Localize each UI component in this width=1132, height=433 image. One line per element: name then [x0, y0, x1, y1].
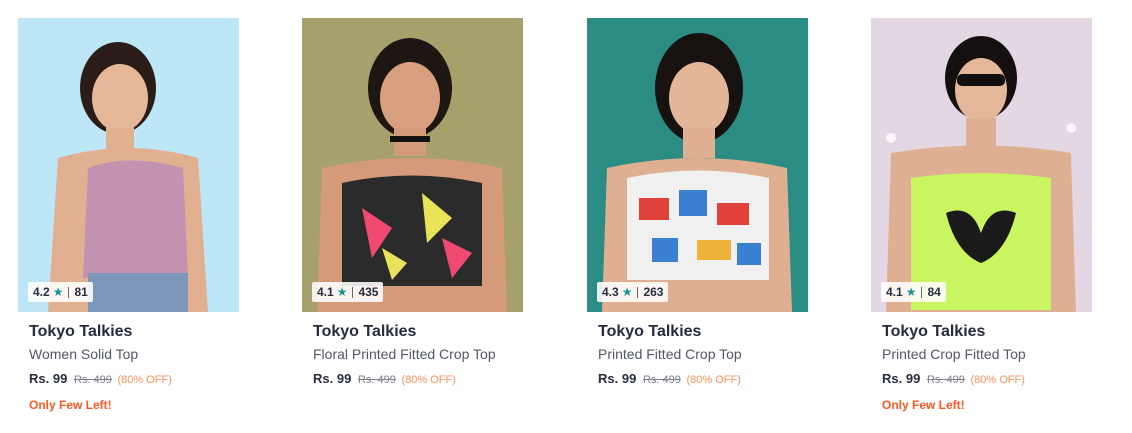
product-image[interactable]: 4.1 ★ 435 — [302, 18, 523, 312]
product-info: Tokyo Talkies Women Solid Top Rs. 99 Rs.… — [18, 312, 239, 412]
product-card[interactable]: 4.2 ★ 81 Tokyo Talkies Women Solid Top R… — [18, 18, 239, 412]
product-photo — [18, 18, 239, 312]
rating-badge: 4.1 ★ 84 — [881, 282, 946, 302]
product-discount: (80% OFF) — [117, 374, 172, 386]
product-mrp: Rs. 499 — [73, 374, 112, 386]
product-photo — [587, 18, 808, 312]
rating-value: 4.2 — [33, 285, 50, 299]
stock-status: Only Few Left! — [29, 398, 112, 412]
price-row: Rs. 99 Rs. 499 (80% OFF) — [882, 371, 1092, 388]
rating-value: 4.1 — [317, 285, 334, 299]
product-card[interactable]: 4.1 ★ 84 Tokyo Talkies Printed Crop Fitt… — [871, 18, 1092, 412]
product-price: Rs. 99 — [29, 371, 68, 386]
rating-value: 4.3 — [602, 285, 619, 299]
product-image[interactable]: 4.3 ★ 263 — [587, 18, 808, 312]
product-photo — [871, 18, 1092, 312]
product-price: Rs. 99 — [882, 371, 921, 386]
rating-divider — [352, 286, 354, 298]
product-name: Floral Printed Fitted Crop Top — [313, 346, 496, 362]
product-info: Tokyo Talkies Printed Fitted Crop Top Rs… — [587, 312, 808, 388]
rating-badge: 4.2 ★ 81 — [28, 282, 93, 302]
product-info: Tokyo Talkies Printed Crop Fitted Top Rs… — [871, 312, 1092, 412]
product-discount: (80% OFF) — [686, 374, 741, 386]
price-row: Rs. 99 Rs. 499 (80% OFF) — [29, 371, 239, 388]
rating-divider — [637, 286, 639, 298]
stock-status: Only Few Left! — [882, 398, 965, 412]
rating-badge: 4.1 ★ 435 — [312, 282, 384, 302]
product-mrp: Rs. 499 — [357, 374, 396, 386]
star-icon: ★ — [905, 285, 917, 299]
product-name: Printed Fitted Crop Top — [598, 346, 742, 362]
price-row: Rs. 99 Rs. 499 (80% OFF) — [313, 371, 523, 388]
product-photo — [302, 18, 523, 312]
product-brand: Tokyo Talkies — [29, 323, 133, 340]
product-card[interactable]: 4.3 ★ 263 Tokyo Talkies Printed Fitted C… — [587, 18, 808, 388]
rating-badge: 4.3 ★ 263 — [597, 282, 669, 302]
product-price: Rs. 99 — [313, 371, 352, 386]
product-info: Tokyo Talkies Floral Printed Fitted Crop… — [302, 312, 523, 388]
product-price: Rs. 99 — [598, 371, 637, 386]
product-card[interactable]: 4.1 ★ 435 Tokyo Talkies Floral Printed F… — [302, 18, 523, 388]
rating-count: 81 — [74, 285, 88, 299]
rating-value: 4.1 — [886, 285, 903, 299]
rating-count: 435 — [358, 285, 379, 299]
product-image[interactable]: 4.2 ★ 81 — [18, 18, 239, 312]
product-brand: Tokyo Talkies — [882, 323, 986, 340]
product-name: Printed Crop Fitted Top — [882, 346, 1026, 362]
rating-divider — [921, 286, 923, 298]
star-icon: ★ — [52, 285, 64, 299]
product-mrp: Rs. 499 — [642, 374, 681, 386]
product-discount: (80% OFF) — [970, 374, 1025, 386]
product-discount: (80% OFF) — [401, 374, 456, 386]
price-row: Rs. 99 Rs. 499 (80% OFF) — [598, 371, 808, 388]
product-brand: Tokyo Talkies — [598, 323, 702, 340]
product-brand: Tokyo Talkies — [313, 323, 417, 340]
rating-divider — [68, 286, 70, 298]
product-image[interactable]: 4.1 ★ 84 — [871, 18, 1092, 312]
product-name: Women Solid Top — [29, 346, 139, 362]
rating-count: 84 — [927, 285, 941, 299]
star-icon: ★ — [621, 285, 633, 299]
rating-count: 263 — [643, 285, 664, 299]
star-icon: ★ — [336, 285, 348, 299]
product-mrp: Rs. 499 — [926, 374, 965, 386]
